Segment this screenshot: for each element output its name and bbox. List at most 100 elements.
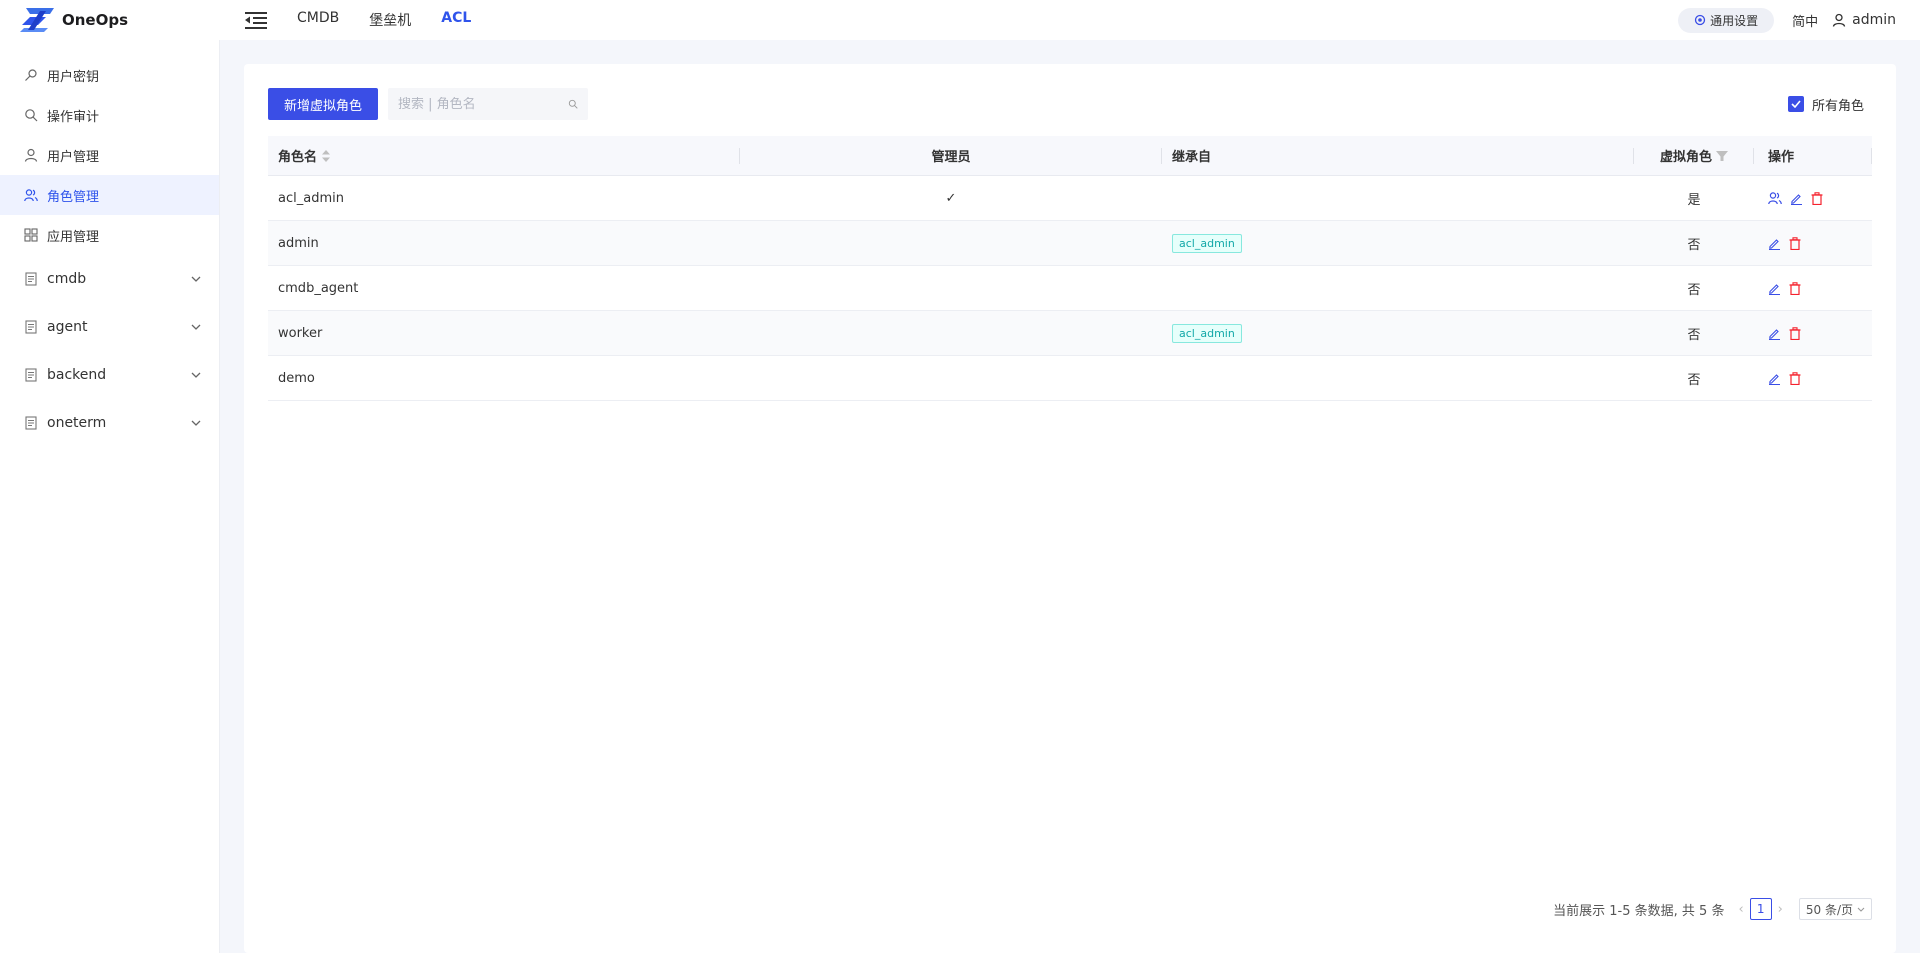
sidebar-item-label: 用户密钥 bbox=[47, 69, 100, 85]
delete-icon[interactable] bbox=[1811, 191, 1823, 205]
ops-cell bbox=[1754, 311, 1872, 355]
admin-check-icon: ✓ bbox=[945, 190, 957, 206]
role-name: worker bbox=[278, 325, 323, 341]
nav-cmdb[interactable]: CMDB bbox=[297, 10, 339, 30]
page-size-label: 50 条/页 bbox=[1805, 902, 1853, 917]
role-name: demo bbox=[278, 370, 315, 386]
sidebar-item-label: 用户管理 bbox=[47, 149, 100, 165]
main-content: 新增虚拟角色 所有角色 角色名 管理员 继承自 bbox=[244, 64, 1896, 953]
column-header-label: 管理员 bbox=[931, 150, 971, 165]
search-icon[interactable] bbox=[568, 97, 578, 111]
next-page-button[interactable]: › bbox=[1778, 902, 1783, 917]
sidebar-group-agent[interactable]: agent bbox=[0, 303, 219, 351]
sidebar-item-apps[interactable]: 应用管理 bbox=[0, 215, 219, 255]
sidebar-group-label: cmdb bbox=[47, 271, 87, 287]
admin-check-icon bbox=[740, 266, 1162, 310]
general-settings-button[interactable]: 通用设置 bbox=[1678, 7, 1775, 33]
search-box bbox=[388, 88, 589, 120]
edit-icon[interactable] bbox=[1768, 282, 1781, 295]
column-header-label: 操作 bbox=[1768, 150, 1795, 165]
language-switch[interactable]: 简中 bbox=[1792, 11, 1818, 30]
delete-icon[interactable] bbox=[1789, 236, 1801, 250]
delete-icon[interactable] bbox=[1789, 326, 1801, 340]
delete-icon[interactable] bbox=[1789, 371, 1801, 385]
column-header-label: 角色名 bbox=[278, 150, 318, 165]
sidebar-group-backend[interactable]: backend bbox=[0, 351, 219, 399]
table-header: 角色名 管理员 继承自 虚拟角色 操作 bbox=[268, 136, 1872, 176]
settings-label: 通用设置 bbox=[1710, 13, 1759, 28]
column-header-inherit: 继承自 bbox=[1162, 136, 1634, 176]
role-name: admin bbox=[278, 235, 319, 251]
menu-collapse-icon[interactable] bbox=[245, 11, 267, 29]
table-row: acl_admin ✓ 是 bbox=[268, 176, 1872, 221]
inherit-tag: acl_admin bbox=[1172, 233, 1242, 253]
header-right: 通用设置 简中 admin bbox=[1678, 7, 1896, 33]
column-header-label: 继承自 bbox=[1172, 150, 1212, 165]
sort-icon[interactable] bbox=[321, 149, 331, 163]
user-icon bbox=[24, 148, 38, 162]
add-virtual-role-button[interactable]: 新增虚拟角色 bbox=[268, 88, 379, 120]
delete-icon[interactable] bbox=[1789, 281, 1801, 295]
page-number-button[interactable]: 1 bbox=[1749, 898, 1772, 920]
column-header-virtual: 虚拟角色 bbox=[1634, 136, 1754, 176]
ops-cell bbox=[1754, 356, 1872, 400]
chevron-down-icon bbox=[191, 420, 201, 426]
sidebar-item-audit[interactable]: 操作审计 bbox=[0, 95, 219, 135]
prev-page-button[interactable]: ‹ bbox=[1738, 902, 1743, 917]
doc-icon bbox=[24, 416, 38, 430]
role-name: cmdb_agent bbox=[278, 280, 359, 296]
ops-cell bbox=[1754, 221, 1872, 265]
admin-check-icon bbox=[740, 221, 1162, 265]
inherit-tag: acl_admin bbox=[1172, 323, 1242, 343]
virtual-value: 是 bbox=[1687, 192, 1701, 208]
doc-icon bbox=[24, 368, 38, 382]
column-header-name[interactable]: 角色名 bbox=[268, 136, 740, 176]
virtual-value: 否 bbox=[1687, 237, 1701, 253]
app-logo[interactable]: OneOps bbox=[20, 8, 220, 32]
top-nav: CMDB 堡垒机 ACL bbox=[297, 10, 501, 30]
nav-bastion[interactable]: 堡垒机 bbox=[369, 10, 411, 30]
inherit-cell bbox=[1162, 356, 1634, 400]
sidebar-item-user-keys[interactable]: 用户密钥 bbox=[0, 55, 219, 95]
sidebar-group-label: agent bbox=[47, 319, 88, 335]
role-icon bbox=[24, 188, 38, 202]
edit-icon[interactable] bbox=[1768, 237, 1781, 250]
filter-icon[interactable] bbox=[1716, 150, 1728, 162]
user-menu[interactable]: admin bbox=[1832, 12, 1896, 28]
virtual-value: 否 bbox=[1687, 327, 1701, 343]
page-size-select[interactable]: 50 条/页 bbox=[1798, 898, 1872, 920]
search-input[interactable] bbox=[398, 96, 569, 112]
virtual-value: 否 bbox=[1687, 372, 1701, 388]
pagination: 当前展示 1-5 条数据, 共 5 条 ‹ 1 › 50 条/页 bbox=[1553, 898, 1872, 920]
pagination-summary: 当前展示 1-5 条数据, 共 5 条 bbox=[1553, 903, 1725, 919]
sidebar-group-cmdb[interactable]: cmdb bbox=[0, 255, 219, 303]
user-icon bbox=[1832, 13, 1846, 27]
sidebar-group-oneterm[interactable]: oneterm bbox=[0, 399, 219, 447]
inherit-cell bbox=[1162, 266, 1634, 310]
edit-icon[interactable] bbox=[1790, 192, 1803, 205]
column-header-ops: 操作 bbox=[1754, 136, 1872, 176]
admin-check-icon bbox=[740, 356, 1162, 400]
sidebar-item-label: 应用管理 bbox=[47, 229, 100, 245]
sidebar-item-roles[interactable]: 角色管理 bbox=[0, 175, 219, 215]
role-name: acl_admin bbox=[278, 190, 344, 206]
sidebar-group-label: backend bbox=[47, 367, 107, 383]
app-name: OneOps bbox=[62, 11, 129, 29]
apps-icon bbox=[24, 228, 38, 242]
all-roles-label: 所有角色 bbox=[1811, 98, 1864, 114]
all-roles-checkbox[interactable] bbox=[1787, 96, 1804, 112]
edit-icon[interactable] bbox=[1768, 327, 1781, 340]
inherit-cell: acl_admin bbox=[1162, 221, 1634, 265]
inherit-cell: acl_admin bbox=[1162, 311, 1634, 355]
table-row: worker acl_admin 否 bbox=[268, 311, 1872, 356]
ops-cell bbox=[1754, 176, 1872, 220]
column-header-label: 虚拟角色 bbox=[1659, 150, 1712, 165]
username: admin bbox=[1852, 12, 1896, 28]
column-header-admin: 管理员 bbox=[740, 136, 1162, 176]
role-users-icon[interactable] bbox=[1768, 191, 1782, 205]
edit-icon[interactable] bbox=[1768, 372, 1781, 385]
table-row: cmdb_agent 否 bbox=[268, 266, 1872, 311]
doc-icon bbox=[24, 320, 38, 334]
nav-acl[interactable]: ACL bbox=[441, 10, 471, 30]
sidebar-item-users[interactable]: 用户管理 bbox=[0, 135, 219, 175]
